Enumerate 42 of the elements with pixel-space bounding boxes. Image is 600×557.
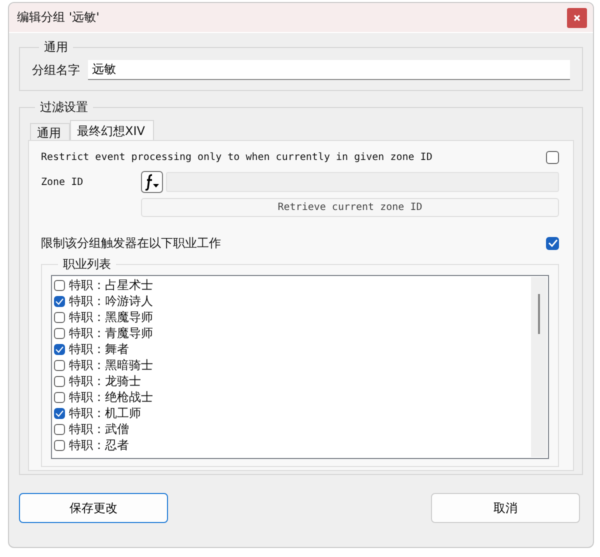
checkbox[interactable] xyxy=(54,408,65,418)
save-button[interactable]: 保存更改 xyxy=(19,493,168,523)
cancel-button[interactable]: 取消 xyxy=(431,493,580,523)
checkbox[interactable] xyxy=(546,150,559,164)
restrict-jobs-label: 限制该分组触发器在以下职业工作 xyxy=(41,234,221,252)
checkbox[interactable] xyxy=(54,296,65,306)
window-title: 编辑分组 '远敏' xyxy=(17,9,100,26)
checkbox[interactable] xyxy=(54,392,65,402)
job-label: 特职：黑暗骑士 xyxy=(69,356,153,374)
retrieve-zone-button[interactable]: Retrieve current zone ID xyxy=(141,198,559,217)
group-title: 职业列表 xyxy=(62,256,112,273)
name-input[interactable]: 远敏 xyxy=(88,60,570,80)
job-label: 特职：绝枪战士 xyxy=(69,388,153,406)
job-label: 特职：忍者 xyxy=(69,436,129,454)
checkbox[interactable] xyxy=(54,312,65,322)
checkbox[interactable] xyxy=(54,376,65,386)
job-label: 特职：占星术士 xyxy=(69,276,153,294)
tab[interactable]: 通用 xyxy=(30,123,70,140)
name-label: 分组名字 xyxy=(32,62,80,78)
job-label: 特职：青魔导师 xyxy=(69,324,153,342)
job-label: 特职：机工师 xyxy=(69,404,141,422)
job-label: 特职：龙骑士 xyxy=(69,372,141,390)
checkbox[interactable] xyxy=(54,360,65,370)
scroll-thumb[interactable] xyxy=(538,294,540,334)
tab[interactable]: 最终幻想XIV xyxy=(70,120,154,140)
zone-id-label: Zone ID xyxy=(41,176,84,188)
scrollbar[interactable] xyxy=(531,277,547,457)
group-title: 过滤设置 xyxy=(39,99,89,116)
job-label: 特职：舞者 xyxy=(69,340,129,358)
job-label: 特职：武僧 xyxy=(69,420,129,438)
restrict-zone-label: Restrict event processing only to when currently in given zone ID xyxy=(41,152,432,162)
function-dropdown-icon[interactable] xyxy=(141,171,163,193)
checkbox[interactable] xyxy=(54,328,65,338)
close-icon[interactable] xyxy=(567,8,587,28)
job-label: 特职：吟游诗人 xyxy=(69,292,153,310)
checkbox[interactable] xyxy=(54,280,65,290)
checkbox[interactable] xyxy=(546,236,559,250)
checkbox[interactable] xyxy=(54,440,65,450)
checkbox[interactable] xyxy=(54,344,65,354)
job-label: 特职：黑魔导师 xyxy=(69,308,153,326)
group-title: 通用 xyxy=(43,39,69,56)
checkbox[interactable] xyxy=(54,424,65,434)
